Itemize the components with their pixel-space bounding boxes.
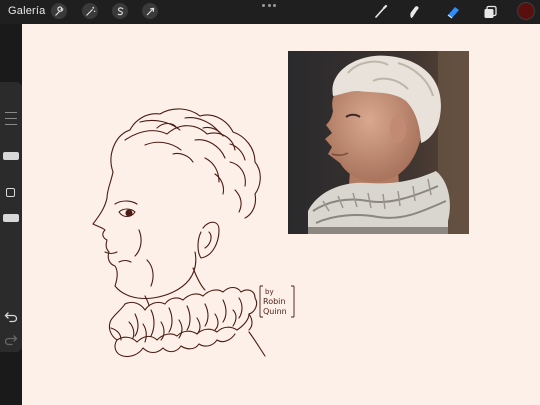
smudge-icon[interactable] xyxy=(405,3,423,21)
signature-line-3: Quinn xyxy=(263,307,287,316)
brush-size-slider[interactable] xyxy=(3,152,19,160)
signature-line-1: by xyxy=(265,288,274,296)
size-slider-track-mark xyxy=(5,112,17,113)
wrench-icon[interactable] xyxy=(51,3,67,19)
brush-icon[interactable] xyxy=(372,3,390,21)
more-options-icon[interactable] xyxy=(262,4,276,8)
selection-icon[interactable] xyxy=(112,3,128,19)
brush-sidebar xyxy=(0,82,22,352)
opacity-slider[interactable] xyxy=(3,214,19,222)
modify-button[interactable] xyxy=(6,188,15,197)
undo-icon[interactable] xyxy=(4,311,18,323)
procreate-app: Galería by Robin Quinn xyxy=(0,0,540,405)
layers-icon[interactable] xyxy=(481,3,499,21)
transform-arrow-icon[interactable] xyxy=(142,3,158,19)
gallery-button[interactable]: Galería xyxy=(8,5,45,17)
signature-line-2: Robin xyxy=(263,297,285,306)
artist-signature: by Robin Quinn xyxy=(259,285,295,318)
size-slider-track-mark xyxy=(5,124,17,125)
eraser-icon[interactable] xyxy=(444,3,462,21)
redo-icon[interactable] xyxy=(4,334,18,346)
size-slider-track-mark xyxy=(5,118,17,119)
portrait-sketch xyxy=(92,108,266,358)
color-picker-swatch[interactable] xyxy=(517,2,535,20)
magic-wand-icon[interactable] xyxy=(82,3,98,19)
reference-photo xyxy=(288,51,469,234)
top-toolbar: Galería xyxy=(0,0,540,24)
